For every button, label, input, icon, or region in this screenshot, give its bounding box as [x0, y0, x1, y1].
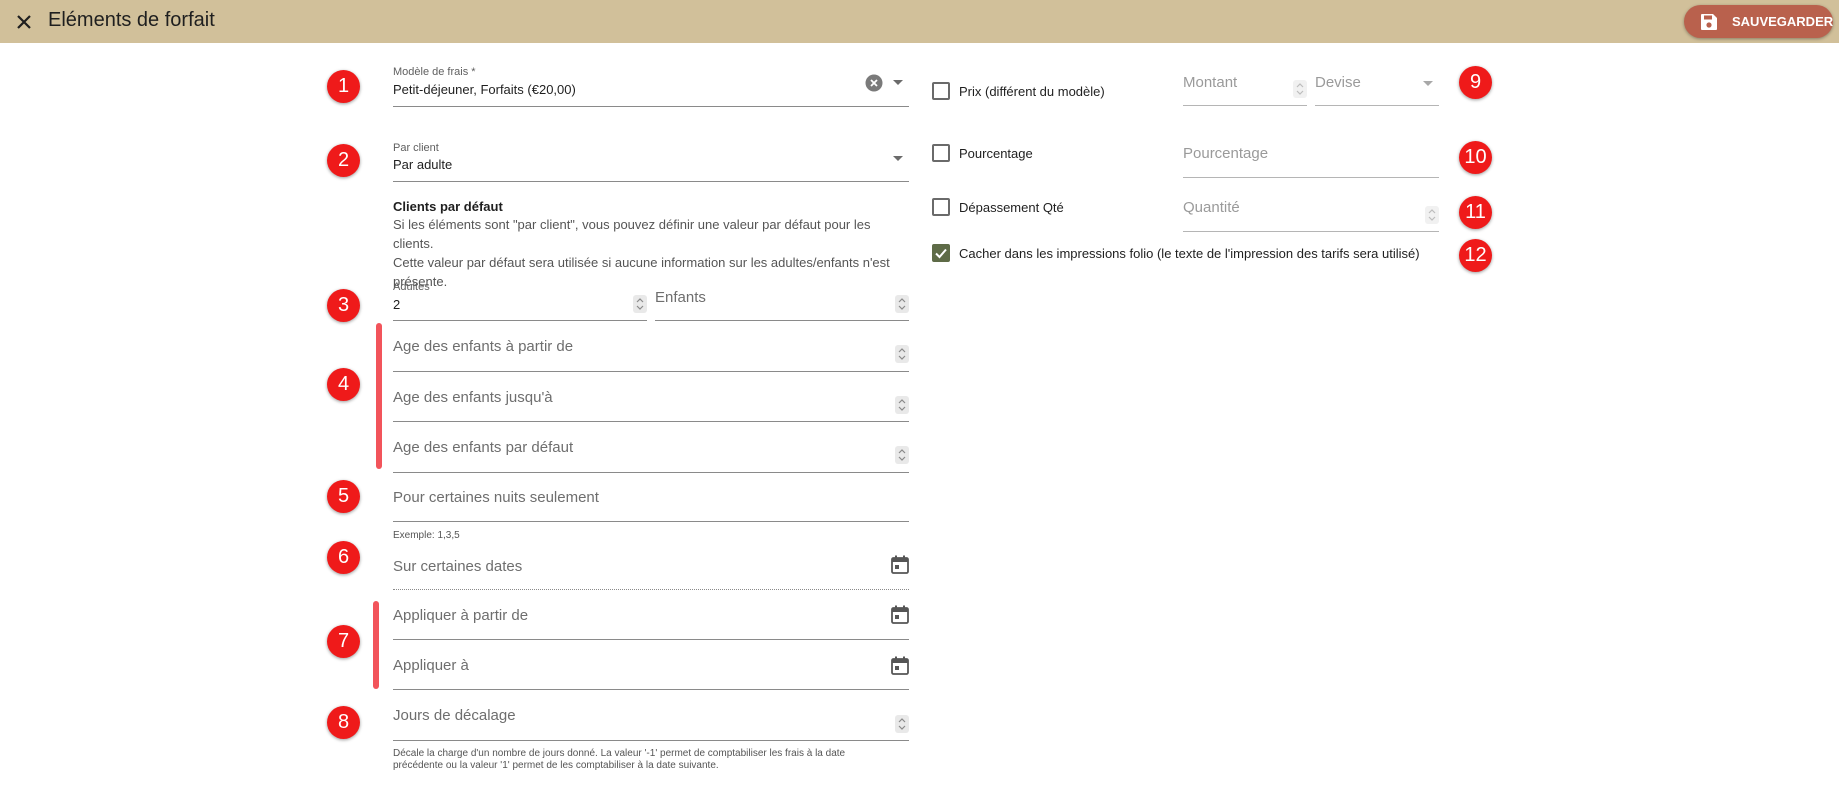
- offset-days-placeholder: Jours de décalage: [393, 707, 516, 724]
- offset-days-field[interactable]: Jours de décalage: [393, 704, 909, 741]
- group-bar-child-ages: [376, 323, 382, 469]
- close-icon: [17, 15, 31, 29]
- apply-from-picker[interactable]: Appliquer à partir de: [393, 603, 909, 640]
- percentage-checkbox[interactable]: [932, 144, 950, 162]
- spinner-icon[interactable]: [895, 396, 909, 414]
- close-button[interactable]: [10, 8, 38, 36]
- check-icon: [935, 248, 947, 259]
- save-button[interactable]: SAUVEGARDER: [1684, 5, 1833, 38]
- child-age-default-field[interactable]: Age des enfants par défaut: [393, 434, 909, 473]
- price-override-label: Prix (différent du modèle): [959, 84, 1105, 99]
- apply-from-placeholder: Appliquer à partir de: [393, 607, 529, 624]
- dates-placeholder: Sur certaines dates: [393, 558, 523, 575]
- amount-placeholder: Montant: [1183, 74, 1238, 91]
- step-badge-4: 4: [327, 368, 360, 401]
- per-client-value: Par adulte: [393, 157, 453, 172]
- child-age-default-placeholder: Age des enfants par défaut: [393, 439, 574, 456]
- amount-input[interactable]: Montant: [1183, 68, 1307, 106]
- spinner-icon[interactable]: [895, 446, 909, 464]
- price-override-checkbox[interactable]: [932, 82, 950, 100]
- quantity-input[interactable]: Quantité: [1183, 194, 1439, 232]
- step-badge-3: 3: [327, 289, 360, 322]
- percentage-label: Pourcentage: [959, 146, 1033, 161]
- currency-placeholder: Devise: [1315, 74, 1361, 91]
- quantity-placeholder: Quantité: [1183, 199, 1240, 216]
- fee-model-value: Petit-déjeuner, Forfaits (€20,00): [393, 82, 576, 97]
- nights-input[interactable]: Pour certaines nuits seulement: [393, 485, 909, 522]
- step-badge-2: 2: [327, 144, 360, 177]
- spinner-icon[interactable]: [895, 345, 909, 363]
- step-badge-6: 6: [327, 541, 360, 574]
- child-age-from-placeholder: Age des enfants à partir de: [393, 338, 574, 355]
- nights-placeholder: Pour certaines nuits seulement: [393, 489, 599, 506]
- nights-hint: Exemple: 1,3,5: [393, 530, 460, 541]
- fee-model-label: Modèle de frais *: [393, 66, 476, 78]
- currency-select[interactable]: Devise: [1315, 68, 1439, 106]
- offset-days-hint: Décale la charge d'un nombre de jours do…: [393, 748, 846, 771]
- spinner-icon[interactable]: [895, 295, 909, 313]
- step-badge-1: 1: [327, 70, 360, 103]
- step-badge-7: 7: [327, 625, 360, 658]
- adults-field[interactable]: Adultes 2: [393, 281, 647, 321]
- spinner-icon[interactable]: [1425, 206, 1439, 224]
- child-age-from-field[interactable]: Age des enfants à partir de: [393, 333, 909, 372]
- page-title: Eléments de forfait: [48, 9, 215, 31]
- adults-label: Adultes: [393, 281, 430, 293]
- step-badge-11: 11: [1459, 196, 1492, 229]
- adults-value: 2: [393, 297, 401, 312]
- top-bar: Eléments de forfait SAUVEGARDER: [0, 0, 1839, 43]
- hide-in-folio-checkbox[interactable]: [932, 244, 950, 262]
- calendar-icon[interactable]: [891, 555, 909, 574]
- chevron-down-icon[interactable]: [893, 80, 903, 85]
- calendar-icon[interactable]: [891, 656, 909, 675]
- spinner-icon[interactable]: [1293, 80, 1307, 98]
- fee-model-select[interactable]: Modèle de frais * Petit-déjeuner, Forfai…: [393, 66, 909, 107]
- default-clients-heading: Clients par défaut: [393, 199, 503, 214]
- dates-picker[interactable]: Sur certaines dates: [393, 553, 909, 590]
- calendar-icon[interactable]: [891, 605, 909, 624]
- hide-in-folio-label: Cacher dans les impressions folio (le te…: [959, 246, 1420, 261]
- step-badge-10: 10: [1459, 141, 1492, 174]
- clear-circle-icon[interactable]: [865, 74, 883, 92]
- save-button-label: SAUVEGARDER: [1732, 14, 1834, 29]
- children-field[interactable]: Enfants: [655, 281, 909, 321]
- default-clients-help: Si les éléments sont "par client", vous …: [393, 217, 890, 289]
- children-placeholder: Enfants: [655, 289, 706, 306]
- spinner-icon[interactable]: [633, 295, 647, 313]
- percentage-input[interactable]: Pourcentage: [1183, 140, 1439, 178]
- step-badge-9: 9: [1459, 66, 1492, 99]
- step-badge-8: 8: [327, 706, 360, 739]
- spinner-icon[interactable]: [895, 715, 909, 733]
- per-client-label: Par client: [393, 142, 439, 154]
- apply-to-picker[interactable]: Appliquer à: [393, 653, 909, 690]
- per-client-select[interactable]: Par client Par adulte: [393, 142, 909, 182]
- save-icon: [1700, 13, 1718, 31]
- child-age-to-field[interactable]: Age des enfants jusqu'à: [393, 384, 909, 422]
- quantity-overrun-label: Dépassement Qté: [959, 200, 1064, 215]
- chevron-down-icon[interactable]: [1423, 81, 1433, 86]
- step-badge-12: 12: [1459, 239, 1492, 272]
- child-age-to-placeholder: Age des enfants jusqu'à: [393, 389, 553, 406]
- apply-to-placeholder: Appliquer à: [393, 657, 469, 674]
- percentage-placeholder: Pourcentage: [1183, 145, 1269, 162]
- step-badge-5: 5: [327, 480, 360, 513]
- quantity-overrun-checkbox[interactable]: [932, 198, 950, 216]
- chevron-down-icon[interactable]: [893, 156, 903, 161]
- group-bar-apply-dates: [373, 601, 379, 689]
